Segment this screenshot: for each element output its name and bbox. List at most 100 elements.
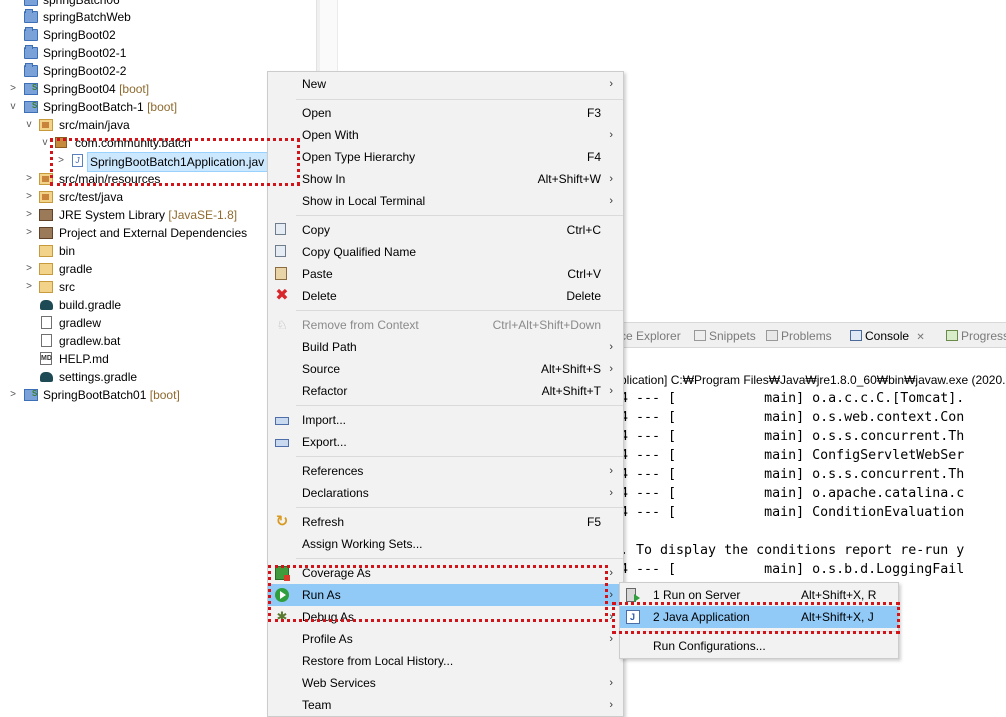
chevron-down-icon[interactable]: v — [40, 134, 50, 152]
folder-icon — [39, 263, 53, 275]
submenu-arrow-icon: › — [609, 195, 613, 207]
menu-item-team[interactable]: Team › — [268, 694, 623, 716]
menu-item-references[interactable]: References › — [268, 460, 623, 482]
chevron-right-icon[interactable]: > — [24, 206, 34, 224]
menu-item-open-with[interactable]: Open With › — [268, 124, 623, 146]
submenu-arrow-icon: › — [609, 465, 613, 477]
menu-item-open-type-hierarchy[interactable]: Open Type Hierarchy F4 — [268, 146, 623, 168]
snippets-icon — [694, 330, 706, 341]
tree-item-label: springBatchWeb — [43, 10, 131, 24]
menu-separator — [296, 310, 623, 311]
console-line: 4 --- [ main] o.s.s.concurrent.Th — [620, 429, 965, 444]
text-file-icon — [41, 334, 52, 347]
project-folder-icon — [24, 27, 38, 41]
tree-item-label: gradle — [59, 262, 93, 276]
menu-separator — [646, 631, 898, 632]
menu-item-new[interactable]: New › — [268, 73, 623, 95]
spring-boot-project-icon — [24, 79, 38, 97]
chevron-right-icon[interactable]: > — [8, 386, 18, 404]
run-icon — [275, 588, 289, 602]
tree-item-label: SpringBoot04 [boot] — [43, 82, 150, 96]
remove-context-icon: ♘ — [276, 318, 288, 332]
menu-item-import[interactable]: Import... — [268, 409, 623, 431]
tab-console[interactable]: Console ✕ — [850, 323, 925, 349]
menu-item-copy-qualified-name[interactable]: Copy Qualified Name — [268, 241, 623, 263]
chevron-right-icon[interactable]: > — [24, 188, 34, 206]
tree-item-label: SpringBootBatch1Application.jav — [87, 152, 268, 172]
chevron-down-icon[interactable]: v — [24, 116, 34, 134]
menu-item-build-path[interactable]: Build Path › — [268, 336, 623, 358]
delete-x-icon: ✖ — [275, 287, 289, 304]
chevron-right-icon[interactable]: > — [24, 278, 34, 296]
run-as-submenu: 1 Run on ServerAlt+Shift+X, R 2 Java App… — [619, 582, 899, 659]
tab-progress[interactable]: Progress — [946, 323, 1006, 349]
menu-item-restore-local-history[interactable]: Restore from Local History... — [268, 650, 623, 672]
tree-item-label: SpringBoot02-2 — [43, 64, 127, 78]
console-line: . To display the conditions report re-ru… — [620, 543, 965, 558]
menu-item-declarations[interactable]: Declarations › — [268, 482, 623, 504]
folder-icon — [39, 245, 53, 257]
menu-item-paste[interactable]: Paste Ctrl+V — [268, 263, 623, 285]
submenu-arrow-icon: › — [609, 363, 613, 375]
tab-package-explorer[interactable]: ce Explorer — [620, 323, 681, 349]
menu-item-web-services[interactable]: Web Services › — [268, 672, 623, 694]
tree-item-label: settings.gradle — [59, 370, 138, 384]
menu-item-delete[interactable]: ✖ Delete Delete — [268, 285, 623, 307]
chevron-right-icon[interactable]: > — [24, 260, 34, 278]
submenu-arrow-icon: › — [609, 589, 613, 601]
submenu-arrow-icon: › — [609, 385, 613, 397]
console-line: 4 --- [ main] ConditionEvaluation — [620, 505, 965, 520]
menu-item-debug-as[interactable]: ✱ Debug As › — [268, 606, 623, 628]
submenu-arrow-icon: › — [609, 633, 613, 645]
tree-item-label: src/main/resources — [59, 172, 161, 186]
tree-item-label: Project and External Dependencies — [59, 226, 248, 240]
menu-separator — [296, 215, 623, 216]
source-folder-icon — [39, 173, 53, 185]
chevron-right-icon[interactable]: > — [56, 152, 66, 170]
menu-item-show-in[interactable]: Show In Alt+Shift+W › — [268, 168, 623, 190]
menu-item-coverage-as[interactable]: Coverage As › — [268, 562, 623, 584]
submenu-item-java-application[interactable]: 2 Java ApplicationAlt+Shift+X, J — [620, 606, 898, 628]
folder-icon — [39, 281, 53, 293]
menu-item-refactor[interactable]: Refactor Alt+Shift+T › — [268, 380, 623, 402]
java-application-icon — [626, 610, 640, 624]
submenu-item-run-configurations[interactable]: Run Configurations... — [620, 635, 898, 657]
submenu-arrow-icon: › — [609, 129, 613, 141]
tree-item-label: com.community.batch — [75, 136, 191, 150]
console-icon — [850, 330, 862, 341]
import-icon — [275, 417, 289, 425]
chevron-down-icon[interactable]: v — [8, 98, 18, 116]
menu-item-open[interactable]: Open F3 — [268, 102, 623, 124]
tree-item-label: src — [59, 280, 75, 294]
menu-item-assign-working-sets[interactable]: Assign Working Sets... — [268, 533, 623, 555]
tree-item-label: SpringBoot02-1 — [43, 46, 127, 60]
menu-item-run-as[interactable]: Run As › — [268, 584, 623, 606]
chevron-right-icon[interactable]: > — [24, 170, 34, 188]
menu-item-copy[interactable]: Copy Ctrl+C — [268, 219, 623, 241]
menu-item-source[interactable]: Source Alt+Shift+S › — [268, 358, 623, 380]
chevron-right-icon[interactable]: > — [8, 80, 18, 98]
problems-icon — [766, 330, 778, 341]
submenu-item-run-on-server[interactable]: 1 Run on Server Alt+Shift+X, R — [620, 584, 898, 606]
chevron-right-icon[interactable]: > — [24, 224, 34, 242]
menu-item-refresh[interactable]: ↻ Refresh F5 — [268, 511, 623, 533]
tab-problems[interactable]: Problems — [766, 323, 832, 349]
project-folder-icon — [24, 0, 38, 6]
menu-item-show-in-local-terminal[interactable]: Show in Local Terminal › — [268, 190, 623, 212]
submenu-arrow-icon: › — [609, 567, 613, 579]
tree-item-label: build.gradle — [59, 298, 122, 312]
package-icon — [55, 137, 67, 148]
menu-separator — [296, 99, 623, 100]
close-icon[interactable]: ✕ — [916, 332, 924, 343]
tree-item-label: SpringBootBatch-1 [boot] — [43, 100, 178, 114]
console-line: 4 --- [ main] o.s.s.concurrent.Th — [620, 467, 965, 482]
menu-item-export[interactable]: Export... — [268, 431, 623, 453]
tree-item-label: src/test/java — [59, 190, 124, 204]
tab-snippets[interactable]: Snippets — [694, 323, 756, 349]
menu-item-profile-as[interactable]: Profile As › — [268, 628, 623, 650]
tree-item-label: gradlew — [59, 316, 102, 330]
tree-item-label: gradlew.bat — [59, 334, 121, 348]
menu-separator — [296, 558, 623, 559]
submenu-arrow-icon: › — [609, 699, 613, 711]
menu-separator — [296, 507, 623, 508]
